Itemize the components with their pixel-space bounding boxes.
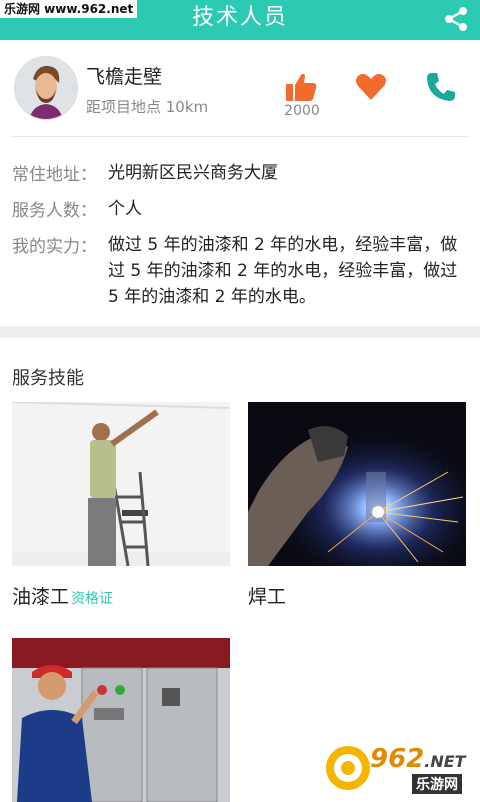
- profile-section: 飞檐走壁 距项目地点 10km 2000: [0, 40, 480, 138]
- skills-title: 服务技能: [12, 368, 84, 389]
- electrician-image: [12, 638, 230, 802]
- distance-text: 距项目地点 10km: [86, 98, 209, 116]
- certificate-badge[interactable]: 资格证: [71, 591, 113, 607]
- heart-icon[interactable]: [354, 70, 388, 104]
- watermark-top: 乐游网 www.962.net: [0, 0, 138, 18]
- like-count: 2000: [284, 103, 320, 119]
- watermark-net: .NET: [424, 752, 466, 771]
- share-icon[interactable]: [442, 6, 470, 32]
- address-label: 常住地址：: [12, 165, 97, 185]
- divider: [12, 136, 468, 137]
- skill-caption-painter: 油漆工 资格证: [12, 582, 113, 609]
- painter-image: [12, 402, 230, 566]
- skill-card-welder[interactable]: 焊工: [248, 402, 466, 612]
- section-separator: [0, 326, 480, 338]
- avatar-image: [15, 57, 77, 119]
- thumbs-up-icon[interactable]: [284, 70, 318, 104]
- skill-card-painter[interactable]: 油漆工 资格证: [12, 402, 230, 612]
- avatar[interactable]: [14, 56, 78, 120]
- watermark-bottom: 962.NET 乐游网: [324, 742, 472, 794]
- skill-card-electrician[interactable]: [12, 638, 230, 802]
- skill-caption-welder: 焊工: [248, 582, 286, 609]
- watermark-brand: 乐游网: [412, 774, 462, 794]
- count-value: 个人: [108, 199, 142, 219]
- ability-value: 做过 5 年的油漆和 2 年的水电，经验丰富，做过 5 年的油漆和 2 年的水电…: [108, 235, 458, 307]
- count-label: 服务人数：: [12, 201, 97, 221]
- welder-image: [248, 402, 466, 566]
- ability-label: 我的实力：: [12, 237, 97, 257]
- skill-name-painter: 油漆工: [12, 586, 70, 608]
- watermark-number: 962: [370, 744, 425, 774]
- worker-name: 飞檐走壁: [86, 66, 163, 88]
- skill-name-welder: 焊工: [248, 586, 287, 608]
- address-value: 光明新区民兴商务大厦: [108, 163, 278, 183]
- phone-icon[interactable]: [424, 70, 458, 104]
